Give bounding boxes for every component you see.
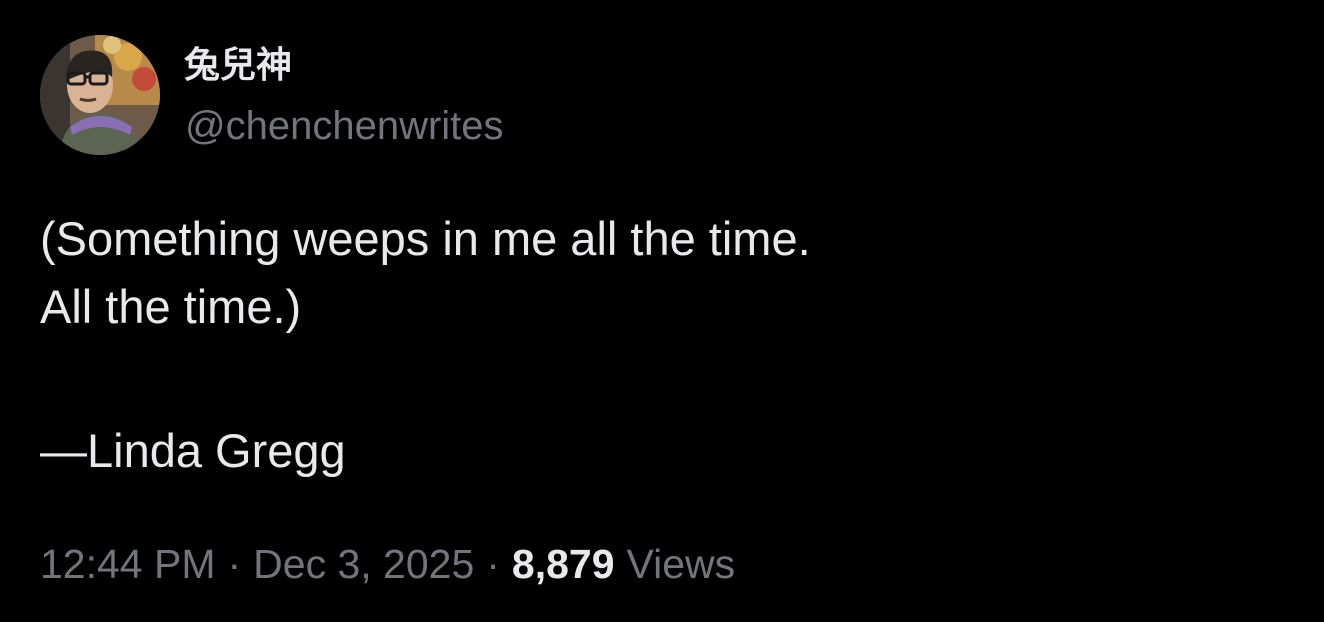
tweet-text: (Something weeps in me all the time. All… [40,205,1280,485]
tweet-text-line: —Linda Gregg [40,424,346,477]
profile-photo-icon [40,35,160,155]
user-handle[interactable]: @chenchenwrites [185,103,504,149]
tweet-meta: 12:44 PM · Dec 3, 2025 · 8,879 Views [40,540,735,588]
tweet-text-line: (Something weeps in me all the time. [40,212,811,265]
avatar[interactable] [40,35,160,155]
separator: · [227,541,242,587]
views-label: Views [626,541,736,587]
tweet-card: 兔兒神 @chenchenwrites (Something weeps in … [0,0,1324,622]
display-name[interactable]: 兔兒神 [184,44,292,88]
separator: · [486,541,500,587]
tweet-time[interactable]: 12:44 PM [40,541,216,587]
views-count[interactable]: 8,879 [512,541,627,587]
tweet-text-line: All the time.) [40,280,302,333]
tweet-date[interactable]: Dec 3, 2025 [253,541,474,587]
